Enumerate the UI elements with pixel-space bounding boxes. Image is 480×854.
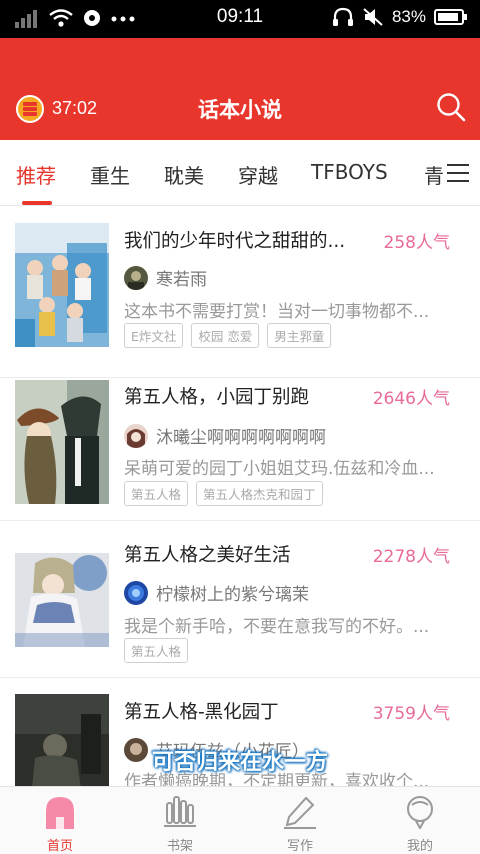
list-item[interactable]: 第五人格，小园丁别跑 2646人气 沐曦尘啊啊啊啊啊啊啊 呆萌可爱的园丁小姐姐艾… <box>0 378 480 521</box>
popularity-count: 3759人气 <box>372 704 450 724</box>
menu-icon[interactable] <box>446 162 470 184</box>
tag-list: 第五人格 第五人格杰克和园丁 <box>124 481 323 506</box>
battery-icon <box>434 9 467 25</box>
tag[interactable]: 第五人格 <box>124 638 189 663</box>
book-title: 第五人格-黑化园丁 <box>124 702 279 723</box>
nav-profile[interactable]: 我的 <box>360 787 480 854</box>
pen-icon <box>284 796 316 829</box>
tab-rebirth[interactable]: 重生 <box>90 160 130 189</box>
avatar <box>124 265 148 290</box>
nav-write[interactable]: 写作 <box>240 787 360 854</box>
book-cover[interactable] <box>15 380 109 504</box>
tab-danmei[interactable]: 耽美 <box>164 160 204 189</box>
category-tabs: 推荐 重生 耽美 穿越 TFBOYS 青 <box>0 140 480 206</box>
tag-list: 第五人格 <box>124 638 189 663</box>
book-title: 我们的少年时代之甜甜的... <box>124 231 346 252</box>
book-description: 我是个新手哈，不要在意我写的不好。... <box>124 617 430 637</box>
status-bar: 09:11 83% <box>0 0 480 38</box>
author-name: 柠檬树上的紫兮璃茉 <box>156 585 309 605</box>
list-item[interactable]: 第五人格之美好生活 2278人气 柠檬树上的紫兮璃茉 我是个新手哈，不要在意我写… <box>0 521 480 678</box>
tag[interactable]: 第五人格 <box>124 481 189 506</box>
mute-icon <box>363 8 383 26</box>
tag[interactable]: 男主郛童 <box>267 323 332 348</box>
nav-label: 我的 <box>406 839 433 854</box>
active-tab-indicator <box>22 201 52 205</box>
tag[interactable]: E炸文社 <box>124 323 184 348</box>
book-description: 这本书不需要打赏！当对一切事物都不... <box>124 302 430 322</box>
avatar <box>124 423 148 448</box>
bottom-nav: 首页 书架 写作 我的 <box>0 786 480 854</box>
book-author[interactable]: 沐曦尘啊啊啊啊啊啊啊 <box>124 423 326 448</box>
book-cover[interactable] <box>15 553 109 647</box>
author-name: 寒若雨 <box>156 270 207 290</box>
book-cover[interactable] <box>15 223 109 347</box>
home-icon <box>46 797 74 829</box>
nav-bookshelf[interactable]: 书架 <box>120 787 240 854</box>
app-title: 话本小说 <box>198 98 282 122</box>
book-description: 呆萌可爱的园丁小姐姐艾玛.伍兹和冷血... <box>124 459 435 479</box>
nav-label: 书架 <box>166 839 193 854</box>
list-item[interactable]: 我们的少年时代之甜甜的... 258人气 寒若雨 这本书不需要打赏！当对一切事物… <box>0 207 480 378</box>
search-icon[interactable] <box>436 92 466 122</box>
avatar <box>124 580 148 605</box>
tab-tfboys[interactable]: TFBOYS <box>311 160 388 184</box>
author-name: 沐曦尘啊啊啊啊啊啊啊 <box>156 428 326 448</box>
popularity-count: 258人气 <box>383 233 450 253</box>
nav-label: 首页 <box>46 839 73 854</box>
book-author[interactable]: 柠檬树上的紫兮璃茉 <box>124 580 309 605</box>
battery-percent: 83% <box>391 7 426 26</box>
profile-icon <box>407 796 433 829</box>
popularity-count: 2646人气 <box>372 389 450 409</box>
tag[interactable]: 第五人格杰克和园丁 <box>196 481 323 506</box>
subtitle-overlay: 可否归来在水一方 <box>151 750 328 775</box>
headphones-icon <box>332 7 353 26</box>
book-title: 第五人格，小园丁别跑 <box>124 387 310 408</box>
tab-time-travel[interactable]: 穿越 <box>238 160 278 189</box>
nav-home[interactable]: 首页 <box>0 787 120 854</box>
tab-recommend[interactable]: 推荐 <box>16 160 56 189</box>
tag-list: E炸文社 校园 恋爱 男主郛童 <box>124 323 332 348</box>
tag[interactable]: 校园 恋爱 <box>191 323 260 348</box>
bookshelf-icon <box>164 796 196 827</box>
status-right-icons: 83% <box>332 7 468 27</box>
tab-youth[interactable]: 青 <box>424 160 444 189</box>
popularity-count: 2278人气 <box>372 547 450 567</box>
app-header: 37:02 话本小说 <box>0 38 480 140</box>
book-title: 第五人格之美好生活 <box>124 545 291 566</box>
book-author[interactable]: 寒若雨 <box>124 265 207 290</box>
nav-label: 写作 <box>286 839 313 854</box>
